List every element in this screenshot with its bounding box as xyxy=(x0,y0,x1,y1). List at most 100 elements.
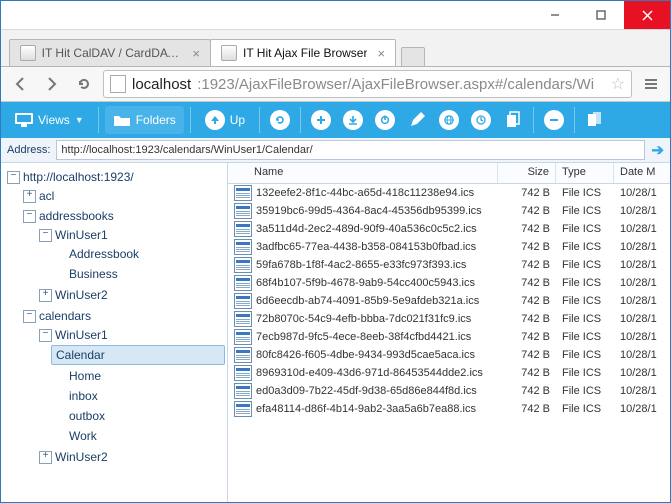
window-titlebar xyxy=(1,1,670,30)
file-row[interactable]: 6d6eecdb-ab74-4091-85b9-5e9afdeb321a.ics… xyxy=(228,292,670,310)
browser-tab-inactive[interactable]: IT Hit CalDAV / CardDAV S × xyxy=(9,39,211,66)
refresh-button[interactable] xyxy=(266,106,294,134)
cell-date: 10/28/1 xyxy=(614,385,670,397)
file-row[interactable]: 132eefe2-8f1c-44bc-a65d-418c11238e94.ics… xyxy=(228,184,670,202)
url-box[interactable]: localhost:1923/AjaxFileBrowser/AjaxFileB… xyxy=(103,70,632,98)
up-button[interactable]: Up xyxy=(197,106,253,134)
file-row[interactable]: 59fa678b-1f8f-4ac2-8655-e33fc973f393.ics… xyxy=(228,256,670,274)
cell-date: 10/28/1 xyxy=(614,259,670,271)
folder-tree[interactable]: −http://localhost:1923/ +acl −addressboo… xyxy=(1,163,228,502)
cell-name: 35919bc6-99d5-4364-8ac4-45356db95399.ics xyxy=(228,203,498,219)
tree-node-outbox[interactable]: outbox xyxy=(53,407,225,425)
expand-icon[interactable]: + xyxy=(23,190,36,203)
copy-button[interactable] xyxy=(499,106,527,134)
tree-node-acl[interactable]: +acl xyxy=(21,187,225,205)
tree-node-inbox[interactable]: inbox xyxy=(53,387,225,405)
collapse-icon[interactable]: − xyxy=(7,171,20,184)
nav-reload-button[interactable] xyxy=(71,71,97,97)
cell-type: File ICS xyxy=(556,349,614,361)
power-button[interactable] xyxy=(371,106,399,134)
window-minimize-button[interactable] xyxy=(532,1,578,29)
bookmark-star-icon[interactable]: ☆ xyxy=(611,74,625,94)
cell-date: 10/28/1 xyxy=(614,295,670,307)
new-tab-button[interactable] xyxy=(401,47,425,66)
toolbar-separator xyxy=(190,107,191,133)
file-row[interactable]: 3a511d4d-2ec2-489d-90f9-40a536c0c5c2.ics… xyxy=(228,220,670,238)
history-button[interactable] xyxy=(467,106,495,134)
col-type[interactable]: Type xyxy=(556,163,614,183)
col-date[interactable]: Date M xyxy=(614,163,671,183)
file-row[interactable]: 35919bc6-99d5-4364-8ac4-45356db95399.ics… xyxy=(228,202,670,220)
file-row[interactable]: 72b8070c-54c9-4efb-bbba-7dc021f31fc9.ics… xyxy=(228,310,670,328)
address-input[interactable] xyxy=(56,140,645,160)
tree-node-addressbooks[interactable]: −addressbooks xyxy=(21,207,225,225)
add-button[interactable] xyxy=(307,106,335,134)
file-ics-icon xyxy=(234,383,252,399)
refresh-icon xyxy=(274,114,286,126)
globe-icon xyxy=(443,114,455,126)
go-button[interactable]: ➔ xyxy=(651,141,664,159)
tree-label: outbox xyxy=(69,409,105,423)
file-ics-icon xyxy=(234,293,252,309)
cell-size: 742 B xyxy=(498,313,556,325)
collapse-icon[interactable]: − xyxy=(39,329,52,342)
tree-node-winuser2[interactable]: +WinUser2 xyxy=(37,286,225,304)
file-row[interactable]: 3adfbc65-77ea-4438-b358-084153b0fbad.ics… xyxy=(228,238,670,256)
file-row[interactable]: efa48114-d86f-4b14-9ab2-3aa5a6b7ea88.ics… xyxy=(228,400,670,418)
file-row[interactable]: 68f4b107-5f9b-4678-9ab9-54cc400c5943.ics… xyxy=(228,274,670,292)
folders-button[interactable]: Folders xyxy=(105,106,184,134)
col-name[interactable]: Name xyxy=(228,163,498,183)
collapse-icon[interactable]: − xyxy=(23,310,36,323)
cell-name: 68f4b107-5f9b-4678-9ab9-54cc400c5943.ics xyxy=(228,275,498,291)
grid-body[interactable]: 132eefe2-8f1c-44bc-a65d-418c11238e94.ics… xyxy=(228,184,670,502)
cell-name: 3a511d4d-2ec2-489d-90f9-40a536c0c5c2.ics xyxy=(228,221,498,237)
expand-icon[interactable]: + xyxy=(39,289,52,302)
browser-omnibar: localhost:1923/AjaxFileBrowser/AjaxFileB… xyxy=(1,67,670,102)
tree-label: WinUser2 xyxy=(55,288,108,302)
collapse-icon[interactable]: − xyxy=(39,229,52,242)
col-size[interactable]: Size xyxy=(498,163,556,183)
window-maximize-button[interactable] xyxy=(578,1,624,29)
browser-tab-active[interactable]: IT Hit Ajax File Browser × xyxy=(210,39,396,66)
edit-button[interactable] xyxy=(403,106,431,134)
tab-close-icon[interactable]: × xyxy=(377,46,385,61)
tab-close-icon[interactable]: × xyxy=(192,46,200,61)
tree-node-winuser1[interactable]: −WinUser1 xyxy=(37,226,225,244)
views-button[interactable]: Views ▼ xyxy=(7,106,92,134)
delete-button[interactable] xyxy=(540,106,568,134)
nav-forward-button[interactable] xyxy=(39,71,65,97)
files-button[interactable] xyxy=(581,106,609,134)
nav-back-button[interactable] xyxy=(7,71,33,97)
file-ics-icon xyxy=(234,275,252,291)
cell-size: 742 B xyxy=(498,223,556,235)
tree-node-winuser2[interactable]: +WinUser2 xyxy=(37,448,225,466)
file-row[interactable]: 80fc8426-f605-4dbe-9434-993d5cae5aca.ics… xyxy=(228,346,670,364)
tree-node-work[interactable]: Work xyxy=(53,427,225,445)
cell-type: File ICS xyxy=(556,313,614,325)
tree-node-home[interactable]: Home xyxy=(53,367,225,385)
browser-menu-button[interactable] xyxy=(638,71,664,97)
tree-node-winuser1[interactable]: −WinUser1 xyxy=(37,326,225,344)
window-close-button[interactable] xyxy=(624,1,670,29)
documents-icon xyxy=(586,111,604,129)
browser-action-button[interactable] xyxy=(435,106,463,134)
file-ics-icon xyxy=(234,185,252,201)
file-row[interactable]: ed0a3d09-7b22-45df-9d38-65d86e844f8d.ics… xyxy=(228,382,670,400)
file-row[interactable]: 8969310d-e409-43d6-971d-86453544dde2.ics… xyxy=(228,364,670,382)
download-button[interactable] xyxy=(339,106,367,134)
tree-node-calendar-selected[interactable]: Calendar xyxy=(51,345,225,365)
tree-label: addressbooks xyxy=(39,209,114,223)
tree-node-business[interactable]: Business xyxy=(53,265,225,283)
tree-root[interactable]: −http://localhost:1923/ xyxy=(5,168,225,186)
cell-size: 742 B xyxy=(498,277,556,289)
file-row[interactable]: 7ecb987d-9fc5-4ece-8eeb-38f4cfbd4421.ics… xyxy=(228,328,670,346)
folders-label: Folders xyxy=(136,113,176,127)
expand-icon[interactable]: + xyxy=(39,451,52,464)
tree-node-calendars[interactable]: −calendars xyxy=(21,307,225,325)
collapse-icon[interactable]: − xyxy=(23,210,36,223)
cell-type: File ICS xyxy=(556,277,614,289)
cell-size: 742 B xyxy=(498,331,556,343)
cell-date: 10/28/1 xyxy=(614,403,670,415)
url-path: :1923/AjaxFileBrowser/AjaxFileBrowser.as… xyxy=(197,76,594,93)
tree-node-addressbook[interactable]: Addressbook xyxy=(53,245,225,263)
